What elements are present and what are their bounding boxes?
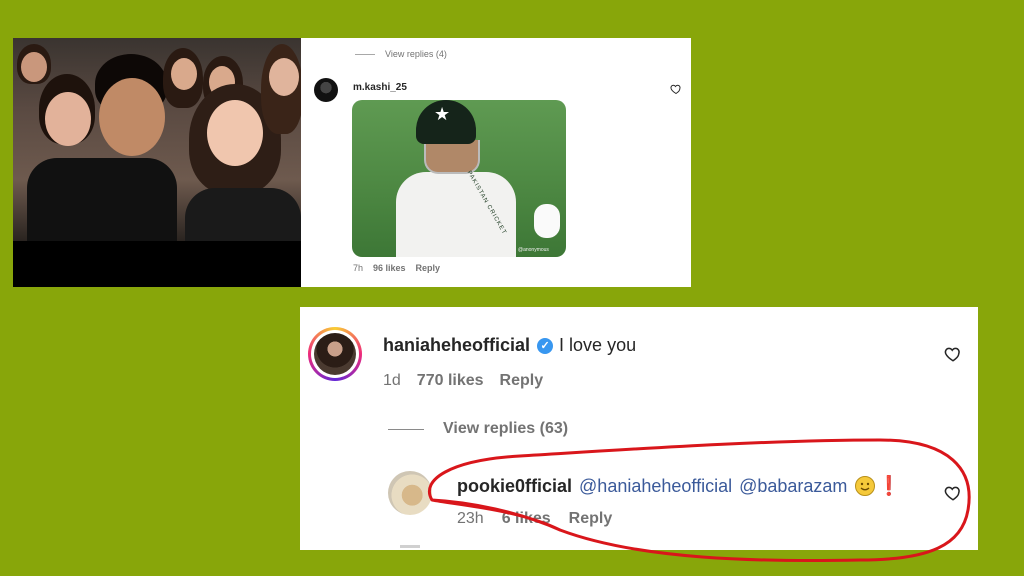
person-face	[21, 52, 47, 82]
star-icon: ★	[434, 104, 451, 124]
verified-badge-icon: ✓	[537, 337, 554, 354]
heart-icon[interactable]	[944, 345, 962, 363]
bottom-comments-panel: haniaheheofficial ✓ I love you 1d 770 li…	[300, 307, 978, 550]
avatar-ring-gap	[311, 330, 359, 378]
mention-link[interactable]: @haniaheheofficial	[579, 476, 732, 497]
next-row-divider	[400, 545, 420, 548]
view-replies-link[interactable]: View replies (63)	[388, 420, 568, 438]
comment-likes[interactable]: 770 likes	[417, 372, 484, 390]
comment-username[interactable]: m.kashi_25	[353, 82, 407, 93]
gif-batting-glove	[534, 204, 560, 238]
top-comments-panel: View replies (4) m.kashi_25 ★ PAKISTAN C…	[301, 38, 691, 287]
reply-button[interactable]: Reply	[569, 510, 613, 528]
mention-link[interactable]: @babarazam	[739, 476, 847, 497]
comment-meta: 1d 770 likes Reply	[383, 372, 543, 390]
exclamation-emoji-icon: ❗	[877, 476, 902, 497]
person-face	[171, 58, 197, 90]
avatar	[314, 333, 356, 375]
photo-scene	[13, 38, 301, 248]
reply-username[interactable]: pookie0fficial	[457, 476, 572, 497]
black-bar	[13, 241, 301, 287]
reply-time: 23h	[457, 510, 484, 527]
black-shirt	[27, 158, 177, 248]
gif-watermark: @anonymous	[518, 247, 549, 253]
person-face	[269, 58, 299, 96]
view-replies-link-small[interactable]: View replies (4)	[355, 49, 447, 59]
smile-emoji-icon	[855, 476, 876, 496]
comment-meta: 7h 96 likes Reply	[353, 263, 440, 273]
comment-time: 1d	[383, 372, 401, 389]
person-face	[99, 78, 165, 156]
comment-username[interactable]: haniaheheofficial	[383, 335, 530, 356]
avatar[interactable]	[388, 471, 432, 515]
smile-face-icon	[860, 482, 870, 491]
view-replies-label[interactable]: View replies (63)	[443, 420, 568, 438]
comment-row: haniaheheofficial ✓ I love you	[383, 335, 636, 356]
dark-top	[185, 188, 301, 248]
gif-player-jersey	[396, 172, 516, 257]
replies-divider-line	[355, 53, 375, 55]
heart-icon[interactable]	[670, 83, 682, 95]
reply-button[interactable]: Reply	[416, 263, 441, 273]
reply-row: pookie0fficial @haniaheheofficial @babar…	[457, 474, 901, 498]
reply-meta: 23h 6 likes Reply	[457, 510, 612, 528]
story-ring-avatar[interactable]	[308, 327, 362, 381]
comment-text: I love you	[559, 335, 637, 355]
cricket-gif[interactable]: ★ PAKISTAN CRICKET @anonymous	[352, 100, 566, 257]
comment-time: 7h	[353, 263, 364, 273]
group-selfie-photo	[13, 38, 301, 287]
gif-player-face	[424, 140, 480, 174]
reply-likes[interactable]: 6 likes	[502, 510, 551, 528]
person-face	[45, 92, 91, 146]
avatar[interactable]	[314, 78, 338, 102]
heart-icon[interactable]	[944, 484, 962, 502]
view-replies-label[interactable]: View replies (4)	[385, 49, 447, 59]
replies-divider-line	[388, 428, 424, 430]
person-face	[207, 100, 263, 166]
comment-likes[interactable]: 96 likes	[373, 263, 406, 273]
reply-button[interactable]: Reply	[500, 372, 544, 390]
